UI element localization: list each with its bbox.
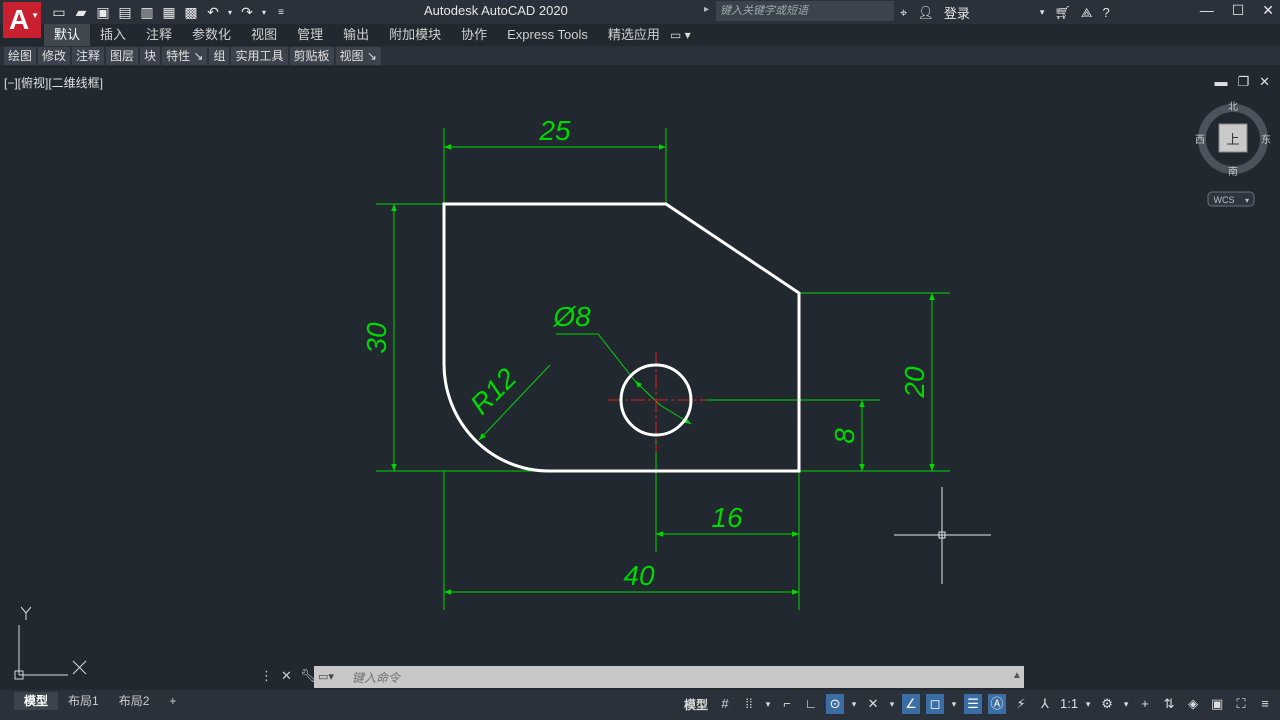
clean-screen-icon[interactable]: ⛶ (1232, 694, 1250, 714)
workspace-dropdown-icon[interactable]: ▾ (1122, 694, 1130, 714)
command-history-icon[interactable]: ▭▾ (318, 670, 340, 684)
command-grip-icon[interactable]: ⋮ (260, 668, 273, 684)
compass-south[interactable]: 南 (1228, 165, 1238, 178)
command-expand-icon[interactable]: ▲ (1012, 670, 1022, 681)
snap-dropdown-icon[interactable]: ▾ (764, 694, 772, 714)
layout-tab[interactable]: 布局1 (58, 692, 109, 710)
customization-icon[interactable]: ≡ (1256, 694, 1274, 714)
part-geometry[interactable] (442, 202, 801, 473)
command-line-input[interactable] (314, 666, 1024, 688)
extension-lines (376, 128, 950, 610)
dim-text-hole-offset[interactable]: 16 (711, 502, 743, 533)
grid-icon[interactable]: # (716, 694, 734, 714)
model-space-toggle[interactable]: 模型 (684, 696, 708, 713)
dim-text-top-width[interactable]: 25 (538, 115, 571, 146)
annotation-visibility-icon[interactable]: Ⓐ (988, 694, 1007, 714)
compass-north[interactable]: 北 (1228, 101, 1238, 113)
isolate-objects-icon[interactable]: ◈ (1184, 694, 1202, 714)
lineweight-icon[interactable]: ☰ (964, 694, 983, 714)
compass-east[interactable]: 东 (1261, 133, 1271, 146)
add-layout-button[interactable]: + (159, 692, 186, 710)
command-close-icon[interactable]: ✕ (281, 668, 292, 684)
dimension-lines (391, 144, 935, 595)
viewcube-top-label: 上 (1226, 132, 1239, 147)
dim-text-total-width[interactable]: 40 (623, 560, 655, 591)
command-placeholder: 键入命令 (352, 671, 401, 685)
dim-text-diameter[interactable]: Ø8 (552, 301, 591, 332)
part-outline[interactable] (442, 202, 801, 473)
wcs-label: WCS (1214, 195, 1235, 205)
osnap-dropdown-icon[interactable]: ▾ (950, 694, 958, 714)
infer-constraints-icon[interactable]: ⌐ (778, 694, 796, 714)
compass-west[interactable]: 西 (1195, 135, 1205, 146)
isodraft-icon[interactable]: ✕ (864, 694, 882, 714)
object-snap-tracking-icon[interactable]: ∠ (902, 694, 921, 714)
command-line-controls: ⋮ ✕ 🔧︎ (260, 668, 316, 684)
viewcube[interactable]: 上 北 南 东 西 WCS ▾ (1195, 101, 1271, 207)
auto-scale-icon[interactable]: ⚡ (1012, 694, 1030, 714)
object-snap-icon[interactable]: ◻ (926, 694, 945, 714)
hardware-accel-icon[interactable]: ▣ (1208, 694, 1226, 714)
layout-tab[interactable]: 布局2 (109, 692, 160, 710)
layout-tab[interactable]: 模型 (14, 692, 59, 710)
annotation-scale-value[interactable]: 1:1 (1060, 694, 1078, 714)
units-icon[interactable]: ⇅ (1160, 694, 1178, 714)
snap-icon[interactable]: ⁞⁞ (740, 694, 758, 714)
wcs-dropdown-icon: ▾ (1245, 196, 1249, 205)
drawing-canvas[interactable]: 上 北 南 东 西 WCS ▾ 25 30 20 8 16 40 R12 Ø8 (0, 0, 1280, 720)
polar-tracking-icon[interactable]: ⊙ (826, 694, 845, 714)
polar-dropdown-icon[interactable]: ▾ (850, 694, 858, 714)
ortho-icon[interactable]: ∟ (802, 694, 820, 714)
crosshair-cursor (894, 487, 991, 584)
dim-text-right-height[interactable]: 20 (899, 366, 930, 399)
isodraft-dropdown-icon[interactable]: ▾ (888, 694, 896, 714)
annotation-scale-icon[interactable]: ⅄ (1036, 694, 1054, 714)
status-tools: 模型 # ⁞⁞ ▾ ⌐ ∟ ⊙ ▾ ✕ ▾ ∠ ◻ ▾ ☰ Ⓐ ⚡ ⅄ 1:1 … (684, 694, 1274, 714)
layout-tabs: 模型 布局1 布局2 + (14, 692, 186, 710)
dim-text-radius[interactable]: R12 (464, 362, 523, 421)
dimension-texts: 25 30 20 8 16 40 R12 Ø8 (361, 115, 930, 591)
ucs-y-glyph (20, 606, 32, 620)
diameter-leader[interactable] (556, 333, 636, 382)
dim-text-hole-height[interactable]: 8 (829, 428, 860, 444)
ucs-icon (14, 625, 87, 680)
scale-dropdown-icon[interactable]: ▾ (1084, 694, 1092, 714)
annotation-monitor-icon[interactable]: + (1136, 694, 1154, 714)
dim-text-left-height[interactable]: 30 (361, 322, 392, 354)
workspace-gear-icon[interactable]: ⚙ (1098, 694, 1116, 714)
